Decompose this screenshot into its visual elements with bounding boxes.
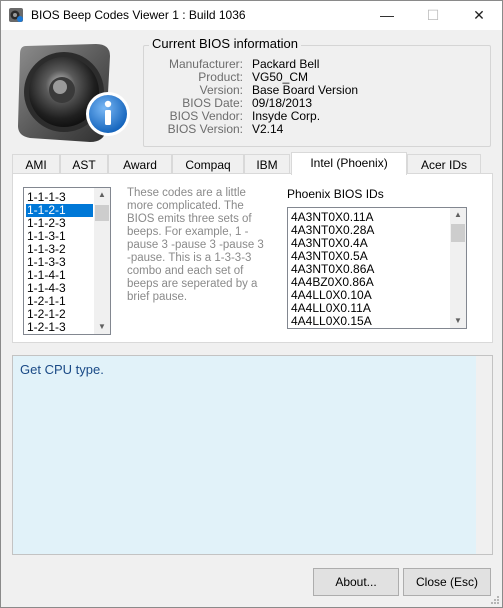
bios-info-title: Current BIOS information: [149, 36, 301, 51]
info-value: V2.14: [252, 122, 284, 136]
description-text: These codes are a little more complicate…: [127, 187, 264, 303]
scroll-down-icon[interactable]: ▼: [94, 320, 110, 334]
tab-ami[interactable]: AMI: [12, 154, 60, 174]
tab-intel-phoenix[interactable]: Intel (Phoenix): [291, 152, 407, 175]
window-title: BIOS Beep Codes Viewer 1 : Build 1036: [31, 8, 246, 22]
title-bar[interactable]: BIOS Beep Codes Viewer 1 : Build 1036 — …: [1, 1, 502, 30]
info-row-manufacturer: Manufacturer: Packard Bell: [143, 58, 493, 71]
scroll-down-icon[interactable]: ▼: [450, 314, 466, 328]
about-button[interactable]: About...: [313, 568, 399, 596]
beep-code-list[interactable]: 1-1-1-3 1-1-2-1 1-1-2-3 1-1-3-1 1-1-3-2 …: [23, 187, 111, 335]
tab-award[interactable]: Award: [108, 154, 172, 174]
close-window-button[interactable]: ✕: [456, 1, 502, 30]
phoenix-id-list[interactable]: 4A3NT0X0.11A 4A3NT0X0.28A 4A3NT0X0.4A 4A…: [287, 207, 467, 329]
scroll-up-icon[interactable]: ▲: [450, 208, 466, 222]
tab-ast[interactable]: AST: [60, 154, 108, 174]
info-label: BIOS Version:: [167, 122, 243, 136]
scroll-thumb[interactable]: [451, 224, 465, 242]
phoenix-list-scrollbar[interactable]: ▲ ▼: [450, 208, 466, 328]
minimize-button[interactable]: —: [364, 1, 410, 30]
beep-list-scrollbar[interactable]: ▲ ▼: [94, 188, 110, 334]
output-scrollbar: [476, 356, 492, 554]
result-text: Get CPU type.: [20, 362, 104, 377]
result-output-box[interactable]: Get CPU type.: [12, 355, 493, 555]
scroll-up-icon[interactable]: ▲: [94, 188, 110, 202]
tab-compaq[interactable]: Compaq: [172, 154, 244, 174]
tab-acer-ids[interactable]: Acer IDs: [407, 154, 481, 174]
info-row-bios-version: BIOS Version: V2.14: [143, 123, 493, 136]
phoenix-ids-label: Phoenix BIOS IDs: [287, 187, 384, 201]
main-window: BIOS Beep Codes Viewer 1 : Build 1036 — …: [0, 0, 503, 608]
speaker-info-icon: [18, 44, 130, 142]
tab-ibm[interactable]: IBM: [244, 154, 290, 174]
close-esc-button[interactable]: Close (Esc): [403, 568, 491, 596]
vendor-tabs: AMI AST Award Compaq IBM Intel (Phoenix)…: [12, 152, 493, 175]
app-icon: [9, 8, 23, 22]
scroll-thumb[interactable]: [95, 205, 109, 221]
list-item[interactable]: 4A4LL0X0.15A: [290, 315, 372, 328]
list-item[interactable]: 1-2-1-3: [26, 321, 95, 334]
maximize-button[interactable]: ☐: [410, 1, 456, 30]
bios-info-group: Current BIOS information Manufacturer: P…: [143, 36, 493, 147]
resize-grip-icon[interactable]: [489, 594, 499, 604]
